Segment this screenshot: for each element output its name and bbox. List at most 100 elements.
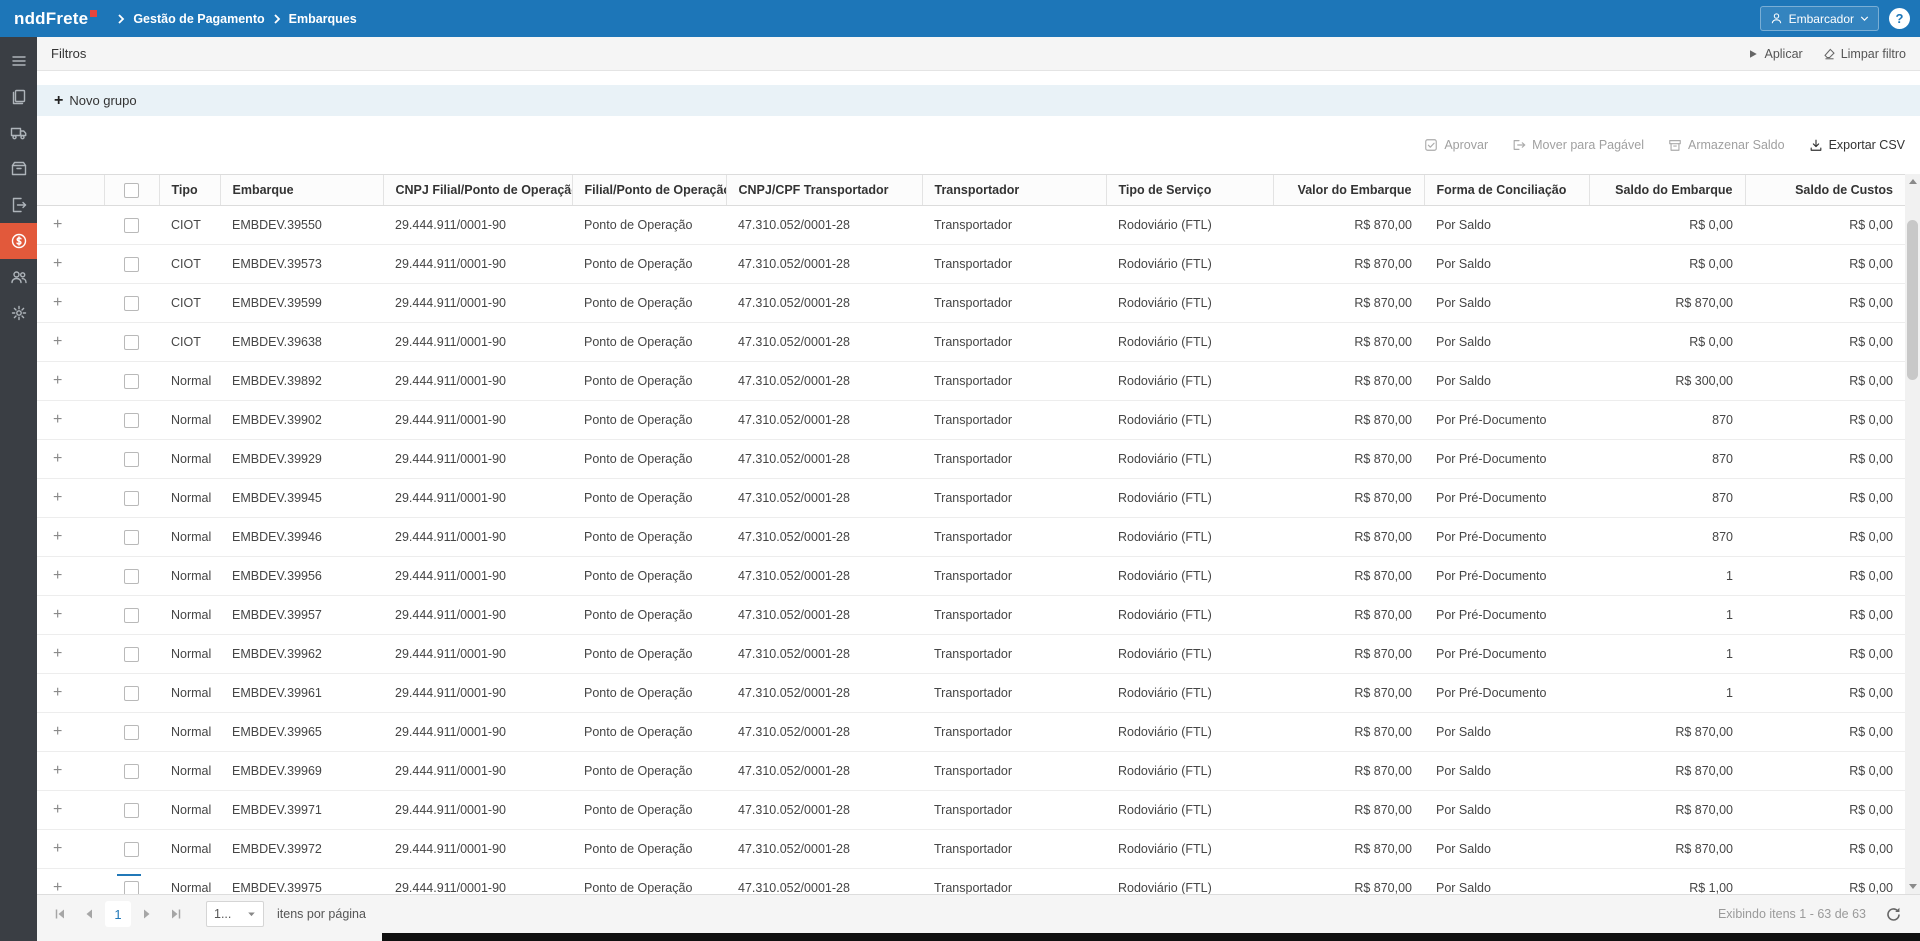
app-logo[interactable]: nddFrete xyxy=(14,9,97,29)
table-row[interactable]: + Normal EMBDEV.39962 29.444.911/0001-90… xyxy=(37,635,1905,674)
row-checkbox[interactable] xyxy=(124,452,139,467)
truck-icon[interactable] xyxy=(0,115,37,151)
approve-button[interactable]: Aprovar xyxy=(1424,138,1488,152)
row-checkbox[interactable] xyxy=(124,803,139,818)
row-checkbox[interactable] xyxy=(124,569,139,584)
row-checkbox[interactable] xyxy=(124,491,139,506)
expand-row-icon[interactable]: + xyxy=(53,645,62,662)
last-page-button[interactable] xyxy=(163,901,189,927)
expand-row-icon[interactable]: + xyxy=(53,411,62,428)
select-all-checkbox[interactable] xyxy=(124,183,139,198)
store-balance-button[interactable]: Armazenar Saldo xyxy=(1668,138,1785,152)
col-valor-embarque[interactable]: Valor do Embarque xyxy=(1273,175,1424,206)
col-tipo-servico[interactable]: Tipo de Serviço xyxy=(1106,175,1273,206)
next-page-button[interactable] xyxy=(134,901,160,927)
table-row[interactable]: + Normal EMBDEV.39971 29.444.911/0001-90… xyxy=(37,791,1905,830)
expand-row-icon[interactable]: + xyxy=(53,294,62,311)
clear-filter-button[interactable]: Limpar filtro xyxy=(1823,47,1906,61)
logout-icon[interactable] xyxy=(0,187,37,223)
help-button[interactable]: ? xyxy=(1889,8,1910,29)
table-row[interactable]: + Normal EMBDEV.39957 29.444.911/0001-90… xyxy=(37,596,1905,635)
expand-row-icon[interactable]: + xyxy=(53,723,62,740)
row-checkbox[interactable] xyxy=(124,842,139,857)
apply-filter-button[interactable]: Aplicar xyxy=(1747,47,1802,61)
row-checkbox[interactable] xyxy=(124,218,139,233)
expand-row-icon[interactable]: + xyxy=(53,528,62,545)
vertical-scrollbar[interactable] xyxy=(1905,174,1920,894)
row-checkbox[interactable] xyxy=(124,725,139,740)
col-saldo-embarque[interactable]: Saldo do Embarque xyxy=(1589,175,1745,206)
menu-icon[interactable] xyxy=(0,43,37,79)
expand-row-icon[interactable]: + xyxy=(53,489,62,506)
col-transportador[interactable]: Transportador xyxy=(922,175,1106,206)
col-cnpj-filial[interactable]: CNPJ Filial/Ponto de Operação xyxy=(383,175,572,206)
table-row[interactable]: + Normal EMBDEV.39965 29.444.911/0001-90… xyxy=(37,713,1905,752)
expand-row-icon[interactable]: + xyxy=(53,450,62,467)
scroll-up-icon[interactable] xyxy=(1905,174,1920,189)
table-row[interactable]: + Normal EMBDEV.39902 29.444.911/0001-90… xyxy=(37,401,1905,440)
table-row[interactable]: + Normal EMBDEV.39929 29.444.911/0001-90… xyxy=(37,440,1905,479)
row-checkbox[interactable] xyxy=(124,296,139,311)
expand-row-icon[interactable]: + xyxy=(53,684,62,701)
col-embarque[interactable]: Embarque xyxy=(220,175,383,206)
col-saldo-custos[interactable]: Saldo de Custos xyxy=(1745,175,1905,206)
cell-tipo-servico: Rodoviário (FTL) xyxy=(1106,752,1273,791)
first-page-button[interactable] xyxy=(47,901,73,927)
row-checkbox[interactable] xyxy=(124,764,139,779)
row-checkbox[interactable] xyxy=(124,530,139,545)
breadcrumb-item-embarques[interactable]: Embarques xyxy=(289,12,357,26)
expand-row-icon[interactable]: + xyxy=(53,216,62,233)
row-checkbox[interactable] xyxy=(124,881,139,894)
settings-icon[interactable] xyxy=(0,295,37,331)
user-menu-button[interactable]: Embarcador xyxy=(1760,6,1879,31)
col-cnpj-transportador[interactable]: CNPJ/CPF Transportador xyxy=(726,175,922,206)
page-size-select[interactable]: 1... xyxy=(206,901,264,927)
expand-row-icon[interactable]: + xyxy=(53,567,62,584)
expand-row-icon[interactable]: + xyxy=(53,879,62,894)
orders-icon[interactable] xyxy=(0,151,37,187)
move-to-payable-button[interactable]: Mover para Pagável xyxy=(1512,138,1644,152)
row-checkbox[interactable] xyxy=(124,413,139,428)
expand-row-icon[interactable]: + xyxy=(53,372,62,389)
cell-filial: Ponto de Operação xyxy=(572,830,726,869)
table-row[interactable]: + CIOT EMBDEV.39573 29.444.911/0001-90 P… xyxy=(37,245,1905,284)
col-tipo[interactable]: Tipo xyxy=(159,175,220,206)
expand-row-icon[interactable]: + xyxy=(53,840,62,857)
row-checkbox[interactable] xyxy=(124,647,139,662)
breadcrumb-item-gestao[interactable]: Gestão de Pagamento xyxy=(133,12,264,26)
row-checkbox[interactable] xyxy=(124,374,139,389)
table-row[interactable]: + Normal EMBDEV.39892 29.444.911/0001-90… xyxy=(37,362,1905,401)
export-csv-button[interactable]: Exportar CSV xyxy=(1809,138,1905,152)
table-row[interactable]: + CIOT EMBDEV.39550 29.444.911/0001-90 P… xyxy=(37,206,1905,245)
table-row[interactable]: + CIOT EMBDEV.39638 29.444.911/0001-90 P… xyxy=(37,323,1905,362)
users-icon[interactable] xyxy=(0,259,37,295)
table-row[interactable]: + Normal EMBDEV.39972 29.444.911/0001-90… xyxy=(37,830,1905,869)
refresh-icon[interactable] xyxy=(1885,906,1902,923)
scroll-down-icon[interactable] xyxy=(1905,879,1920,894)
table-row[interactable]: + CIOT EMBDEV.39599 29.444.911/0001-90 P… xyxy=(37,284,1905,323)
table-row[interactable]: + Normal EMBDEV.39946 29.444.911/0001-90… xyxy=(37,518,1905,557)
scrollbar-thumb[interactable] xyxy=(1907,220,1918,380)
expand-row-icon[interactable]: + xyxy=(53,333,62,350)
expand-row-icon[interactable]: + xyxy=(53,801,62,818)
new-group-button[interactable]: Novo grupo xyxy=(54,93,137,109)
current-page-button[interactable]: 1 xyxy=(105,901,131,927)
row-checkbox[interactable] xyxy=(124,686,139,701)
col-expand xyxy=(37,175,104,206)
documents-icon[interactable] xyxy=(0,79,37,115)
table-row[interactable]: + Normal EMBDEV.39945 29.444.911/0001-90… xyxy=(37,479,1905,518)
row-checkbox[interactable] xyxy=(124,335,139,350)
payments-icon[interactable] xyxy=(0,223,37,259)
table-row[interactable]: + Normal EMBDEV.39956 29.444.911/0001-90… xyxy=(37,557,1905,596)
table-row[interactable]: + Normal EMBDEV.39969 29.444.911/0001-90… xyxy=(37,752,1905,791)
expand-row-icon[interactable]: + xyxy=(53,255,62,272)
row-checkbox[interactable] xyxy=(124,257,139,272)
row-checkbox[interactable] xyxy=(124,608,139,623)
expand-row-icon[interactable]: + xyxy=(53,606,62,623)
table-row[interactable]: + Normal EMBDEV.39975 29.444.911/0001-90… xyxy=(37,869,1905,895)
col-forma-conciliacao[interactable]: Forma de Conciliação xyxy=(1424,175,1589,206)
expand-row-icon[interactable]: + xyxy=(53,762,62,779)
prev-page-button[interactable] xyxy=(76,901,102,927)
col-filial[interactable]: Filial/Ponto de Operação xyxy=(572,175,726,206)
table-row[interactable]: + Normal EMBDEV.39961 29.444.911/0001-90… xyxy=(37,674,1905,713)
